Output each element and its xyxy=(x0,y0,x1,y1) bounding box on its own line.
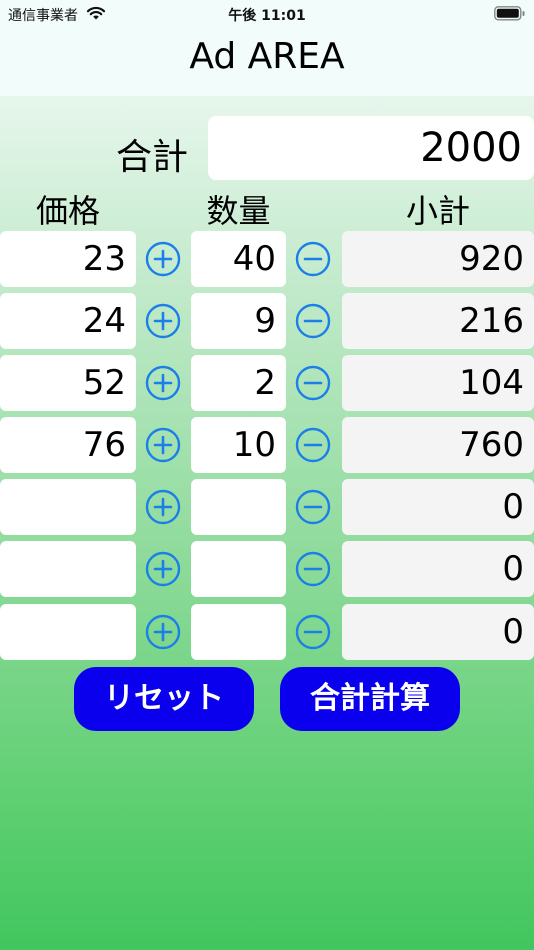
quantity-field[interactable] xyxy=(191,604,286,660)
plus-circle-icon[interactable] xyxy=(144,426,182,464)
total-label: 合計 xyxy=(116,137,189,178)
subtotal-field: 104 xyxy=(342,355,534,411)
item-row: 0 xyxy=(0,541,534,597)
plus-circle-icon[interactable] xyxy=(144,240,182,278)
minus-circle-icon[interactable] xyxy=(294,426,332,464)
price-field[interactable]: 76 xyxy=(0,417,136,473)
quantity-field[interactable]: 10 xyxy=(191,417,286,473)
subtotal-field: 0 xyxy=(342,479,534,535)
subtotal-field: 760 xyxy=(342,417,534,473)
price-field[interactable] xyxy=(0,541,136,597)
price-header: 価格 xyxy=(35,192,100,230)
plus-circle-icon[interactable] xyxy=(144,364,182,402)
price-field[interactable]: 23 xyxy=(0,231,136,287)
minus-circle-icon[interactable] xyxy=(294,488,332,526)
item-row: 24 9 216 xyxy=(0,293,534,349)
item-row: 23 40 920 xyxy=(0,231,534,287)
plus-circle-icon[interactable] xyxy=(144,488,182,526)
price-field[interactable]: 52 xyxy=(0,355,136,411)
calculate-total-button[interactable]: 合計計算 xyxy=(280,667,460,731)
status-time: 午後 11:01 xyxy=(228,8,306,24)
price-field[interactable] xyxy=(0,604,136,660)
plus-circle-icon[interactable] xyxy=(144,302,182,340)
subtotal-field: 216 xyxy=(342,293,534,349)
minus-circle-icon[interactable] xyxy=(294,302,332,340)
quantity-field[interactable] xyxy=(191,541,286,597)
quantity-header: 数量 xyxy=(206,192,271,230)
minus-circle-icon[interactable] xyxy=(294,240,332,278)
quantity-field[interactable] xyxy=(191,479,286,535)
quantity-field[interactable]: 40 xyxy=(191,231,286,287)
subtotal-field: 920 xyxy=(342,231,534,287)
navigation-bar: Ad AREA xyxy=(0,28,534,96)
battery-icon xyxy=(494,6,525,21)
item-row: 52 2 104 xyxy=(0,355,534,411)
minus-circle-icon[interactable] xyxy=(294,613,332,651)
item-row: 76 10 760 xyxy=(0,417,534,473)
item-row: 0 xyxy=(0,604,534,660)
reset-button[interactable]: リセット xyxy=(74,667,254,731)
quantity-field[interactable]: 2 xyxy=(191,355,286,411)
subtotal-field: 0 xyxy=(342,541,534,597)
status-bar: 通信事業者 午後 11:01 xyxy=(0,0,534,28)
subtotal-header: 小計 xyxy=(405,192,470,230)
quantity-field[interactable]: 9 xyxy=(191,293,286,349)
minus-circle-icon[interactable] xyxy=(294,364,332,402)
total-field[interactable]: 2000 xyxy=(208,116,534,180)
subtotal-field: 0 xyxy=(342,604,534,660)
plus-circle-icon[interactable] xyxy=(144,613,182,651)
item-row: 0 xyxy=(0,479,534,535)
plus-circle-icon[interactable] xyxy=(144,550,182,588)
minus-circle-icon[interactable] xyxy=(294,550,332,588)
price-field[interactable] xyxy=(0,479,136,535)
price-field[interactable]: 24 xyxy=(0,293,136,349)
page-title: Ad AREA xyxy=(189,36,345,77)
